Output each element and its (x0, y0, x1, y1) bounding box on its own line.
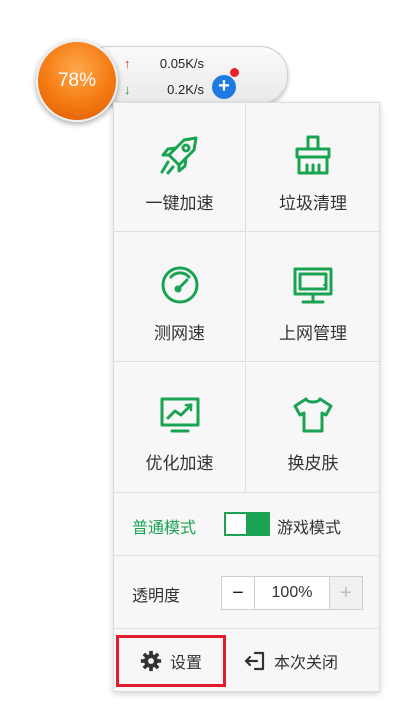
add-plus-icon[interactable]: + (212, 75, 236, 99)
tool-label: 换皮肤 (287, 454, 339, 474)
tool-junk-cleanup[interactable]: 垃圾清理 (247, 103, 379, 232)
mode-switch-row: 普通模式 游戏模式 (114, 495, 379, 556)
close-label: 本次关闭 (274, 653, 339, 672)
monitor-icon (293, 267, 333, 304)
upload-speed: 0.05K/s (159, 56, 204, 71)
memory-percent: 78% (57, 70, 97, 91)
footer-row: 设置 本次关闭 (114, 629, 379, 691)
normal-mode-label[interactable]: 普通模式 (132, 514, 196, 538)
mode-toggle[interactable] (224, 512, 270, 536)
tools-panel: 一键加速 垃圾清理 测网速 上网管理 优化加速 换皮肤 普通模式 游戏模式 透明… (113, 102, 380, 692)
opacity-label: 透明度 (132, 586, 181, 605)
chart-monitor-icon (160, 397, 199, 433)
exit-icon (244, 651, 265, 671)
tool-internet-management[interactable]: 上网管理 (247, 233, 379, 362)
settings-label: 设置 (169, 653, 202, 672)
rocket-icon (160, 136, 197, 175)
opacity-value[interactable]: 100% (255, 577, 329, 609)
tool-label: 测网速 (154, 324, 205, 344)
tool-label: 一键加速 (145, 194, 214, 214)
tool-optimize-speedup[interactable]: 优化加速 (114, 363, 246, 493)
settings-button[interactable]: 设置 (116, 635, 226, 687)
tool-one-click-speedup[interactable]: 一键加速 (114, 103, 246, 232)
arrow-up-icon: ↑ (124, 56, 131, 71)
arrow-down-icon: ↓ (124, 82, 131, 97)
toggle-knob (246, 514, 268, 534)
download-speed-row: ↓ 0.2K/s (124, 82, 204, 97)
opacity-decrease-button[interactable]: − (222, 577, 255, 609)
tool-speed-test[interactable]: 测网速 (114, 233, 246, 362)
opacity-increase-button[interactable]: + (329, 577, 362, 609)
opacity-stepper: − 100% + (221, 576, 363, 610)
tool-label: 垃圾清理 (279, 194, 347, 214)
tools-grid: 一键加速 垃圾清理 测网速 上网管理 优化加速 换皮肤 (114, 103, 379, 493)
tool-label: 上网管理 (279, 324, 347, 344)
gear-icon (140, 650, 162, 672)
broom-icon (295, 135, 331, 175)
memory-ball[interactable]: 78% (36, 40, 118, 122)
notification-dot (230, 68, 239, 77)
speedometer-icon (161, 266, 198, 304)
download-speed: 0.2K/s (167, 82, 204, 97)
tool-change-skin[interactable]: 换皮肤 (247, 363, 379, 493)
upload-speed-row: ↑ 0.05K/s (124, 56, 204, 71)
close-for-now-button[interactable]: 本次关闭 (244, 649, 338, 673)
tool-label: 优化加速 (145, 454, 214, 474)
opacity-row: 透明度 − 100% + (114, 556, 379, 629)
game-mode-label[interactable]: 游戏模式 (277, 514, 341, 538)
tshirt-icon (293, 397, 333, 433)
